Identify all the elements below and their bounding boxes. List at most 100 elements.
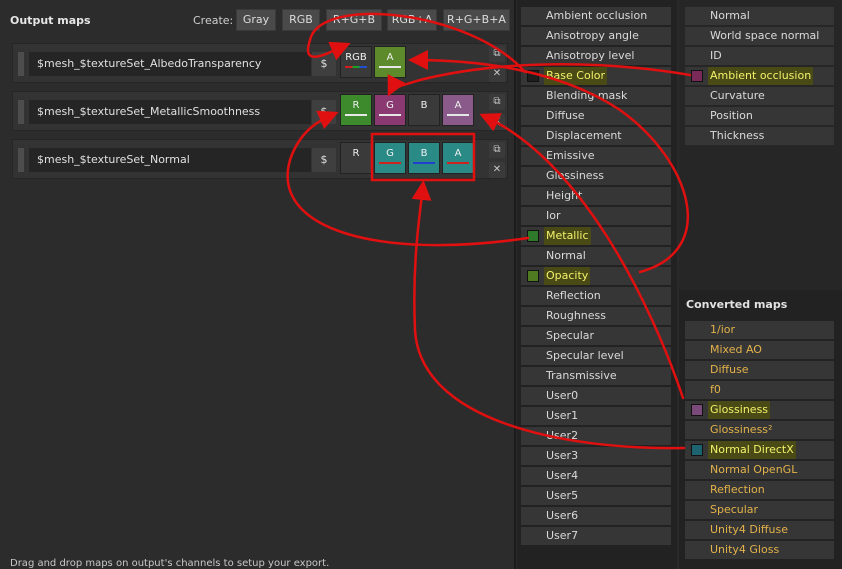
mesh-map-label: User1 (546, 409, 579, 422)
mesh-map-label: Emissive (546, 149, 595, 162)
converted-map-item[interactable]: Unity4 Gloss (685, 541, 834, 559)
close-icon[interactable]: ✕ (489, 162, 505, 178)
baked-map-label: Normal (710, 9, 750, 22)
output-name-field[interactable]: $mesh_$textureSet_MetallicSmoothness (29, 100, 311, 124)
duplicate-icon[interactable]: ⧉ (489, 94, 505, 110)
mesh-map-item[interactable]: User6 (521, 507, 671, 525)
baked-map-item[interactable]: Curvature (685, 87, 834, 105)
mesh-map-item[interactable]: Displacement (521, 127, 671, 145)
channel-a-slot[interactable]: A (374, 46, 406, 78)
mesh-map-item[interactable]: User0 (521, 387, 671, 405)
channel-r-slot[interactable]: R (340, 94, 372, 126)
variable-button[interactable]: $ (312, 52, 336, 76)
channel-g-slot[interactable]: G (374, 94, 406, 126)
baked-map-item[interactable]: Thickness (685, 127, 834, 145)
channel-b-slot[interactable]: B (408, 142, 440, 174)
drag-handle[interactable] (18, 100, 24, 124)
baked-map-item[interactable]: ID (685, 47, 834, 65)
create-r-g-b-a-button[interactable]: R+G+B+A (443, 9, 510, 31)
mesh-map-item[interactable]: User5 (521, 487, 671, 505)
mesh-map-item[interactable]: Specular (521, 327, 671, 345)
channel-g-slot[interactable]: G (374, 142, 406, 174)
baked-map-item[interactable]: Position (685, 107, 834, 125)
channel-b-slot[interactable]: B (408, 94, 440, 126)
channel-a-slot[interactable]: A (442, 94, 474, 126)
channel-r-slot[interactable]: R (340, 142, 372, 174)
converted-map-item[interactable]: f0 (685, 381, 834, 399)
converted-map-item[interactable]: Specular (685, 501, 834, 519)
mesh-map-item[interactable]: Anisotropy level (521, 47, 671, 65)
mesh-map-item[interactable]: User1 (521, 407, 671, 425)
converted-map-label: Unity4 Gloss (710, 543, 780, 556)
create-rgb-button[interactable]: RGB (282, 9, 320, 31)
output-name-field[interactable]: $mesh_$textureSet_Normal (29, 148, 311, 172)
mesh-map-item[interactable]: Anisotropy angle (521, 27, 671, 45)
mesh-map-label: Anisotropy level (546, 49, 635, 62)
channel-rgb-slot[interactable]: RGB (340, 46, 372, 78)
converted-map-item[interactable]: Normal DirectX (685, 441, 834, 459)
converted-map-item[interactable]: Unity4 Diffuse (685, 521, 834, 539)
duplicate-icon[interactable]: ⧉ (489, 142, 505, 158)
converted-map-label: f0 (710, 383, 721, 396)
mesh-map-item[interactable]: User3 (521, 447, 671, 465)
mesh-map-item[interactable]: Height (521, 187, 671, 205)
baked-map-item[interactable]: Ambient occlusion (685, 67, 834, 85)
close-icon[interactable]: ✕ (489, 66, 505, 82)
color-swatch (527, 270, 539, 282)
converted-map-label: Reflection (710, 483, 765, 496)
mesh-map-item[interactable]: Metallic (521, 227, 671, 245)
converted-map-item[interactable]: 1/ior (685, 321, 834, 339)
create-gray-button[interactable]: Gray (236, 9, 276, 31)
converted-map-item[interactable]: Diffuse (685, 361, 834, 379)
baked-map-item[interactable]: World space normal (685, 27, 834, 45)
output-name-field[interactable]: $mesh_$textureSet_AlbedoTransparency (29, 52, 311, 76)
mesh-map-item[interactable]: Blending mask (521, 87, 671, 105)
channel-color-bar (447, 162, 469, 164)
channel-a-slot[interactable]: A (442, 142, 474, 174)
baked-map-item[interactable]: Normal (685, 7, 834, 25)
mesh-map-item[interactable]: Normal (521, 247, 671, 265)
mesh-map-item[interactable]: Transmissive (521, 367, 671, 385)
mesh-map-label: Opacity (544, 267, 591, 285)
mesh-map-item[interactable]: Roughness (521, 307, 671, 325)
mesh-map-label: Anisotropy angle (546, 29, 639, 42)
mesh-map-item[interactable]: Ambient occlusion (521, 7, 671, 25)
drag-drop-hint: Drag and drop maps on output's channels … (10, 558, 330, 569)
create-rgb-a-button[interactable]: RGB+A (387, 9, 437, 31)
mesh-map-item[interactable]: Ior (521, 207, 671, 225)
create-r-g-b-button[interactable]: R+G+B (326, 9, 382, 31)
variable-button[interactable]: $ (312, 148, 336, 172)
converted-map-item[interactable]: Glossiness² (685, 421, 834, 439)
duplicate-icon[interactable]: ⧉ (489, 46, 505, 62)
mesh-map-label: Base Color (544, 67, 608, 85)
converted-map-item[interactable]: Glossiness (685, 401, 834, 419)
drag-handle[interactable] (18, 148, 24, 172)
mesh-map-item[interactable]: Diffuse (521, 107, 671, 125)
mesh-map-item[interactable]: Base Color (521, 67, 671, 85)
output-maps-panel: Output maps Create: Gray RGB R+G+B RGB+A… (0, 0, 516, 569)
export-window: Output maps Create: Gray RGB R+G+B RGB+A… (0, 0, 842, 569)
mesh-map-item[interactable]: Reflection (521, 287, 671, 305)
drag-handle[interactable] (18, 52, 24, 76)
close-icon[interactable]: ✕ (489, 114, 505, 130)
mesh-map-item[interactable]: User4 (521, 467, 671, 485)
mesh-map-label: Glossiness (546, 169, 605, 182)
variable-button[interactable]: $ (312, 100, 336, 124)
mesh-map-item[interactable]: Emissive (521, 147, 671, 165)
converted-map-item[interactable]: Normal OpenGL (685, 461, 834, 479)
mesh-map-item[interactable]: Opacity (521, 267, 671, 285)
mesh-map-label: User4 (546, 469, 579, 482)
mesh-map-item[interactable]: User7 (521, 527, 671, 545)
output-row-albedo: $mesh_$textureSet_AlbedoTransparency $ R… (12, 43, 508, 83)
converted-map-item[interactable]: Reflection (685, 481, 834, 499)
mesh-map-item[interactable]: Glossiness (521, 167, 671, 185)
mesh-map-item[interactable]: Specular level (521, 347, 671, 365)
converted-map-label: Normal OpenGL (710, 463, 798, 476)
converted-map-item[interactable]: Mixed AO (685, 341, 834, 359)
mesh-map-item[interactable]: User2 (521, 427, 671, 445)
channel-label: A (386, 52, 394, 63)
channel-color-bar (379, 66, 401, 68)
output-row-normal: $mesh_$textureSet_Normal $ R G B A ⧉ ✕ (12, 139, 508, 179)
mesh-map-label: Ambient occlusion (546, 9, 648, 22)
channel-label: A (454, 100, 462, 111)
